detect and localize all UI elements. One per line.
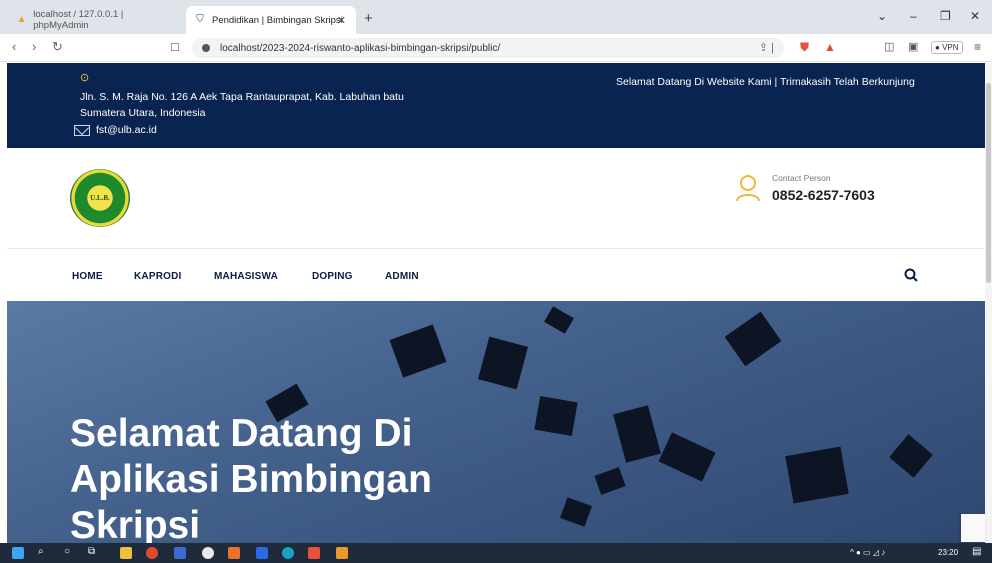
vpn-button[interactable]: ● VPN (931, 41, 963, 54)
nav-admin[interactable]: ADMIN (385, 271, 419, 282)
nav-mahasiswa[interactable]: MAHASISWA (214, 271, 278, 282)
tab-title: Pendidikan | Bimbingan Skripsi (212, 14, 343, 26)
hero-title-line-3: Skripsi (70, 504, 201, 543)
hero-title-line-1: Selamat Datang Di (70, 412, 413, 455)
paint-icon[interactable] (202, 547, 214, 559)
sidebar-icon[interactable]: ◫ (884, 40, 894, 53)
task-view-icon[interactable]: ⧉ (88, 546, 95, 557)
cortana-icon[interactable]: ○ (64, 546, 70, 557)
photoshop-icon[interactable] (256, 547, 268, 559)
graduation-cap-decoration (785, 446, 849, 504)
map-pin-icon: ⊙ (80, 72, 90, 84)
brave-taskbar-icon[interactable] (308, 547, 320, 559)
windows-taskbar: ⌕ ○ ⧉ ^ ● ▭ ◿ ♪ 23:20 ▤ (0, 543, 992, 563)
share-icon[interactable]: ⇪ | (759, 41, 774, 54)
xampp-icon[interactable] (336, 547, 348, 559)
graduation-cap-decoration (594, 467, 626, 495)
file-explorer-icon[interactable] (120, 547, 132, 559)
reload-icon[interactable]: ↻ (52, 39, 63, 55)
site-info-icon[interactable] (202, 44, 210, 52)
forward-icon[interactable]: › (32, 39, 36, 54)
graduation-cap-decoration (389, 324, 447, 378)
contact-label: Contact Person (772, 173, 831, 183)
address-line-2: Sumatera Utara, Indonesia (80, 107, 206, 119)
phpmyadmin-favicon-icon: ▲ (16, 14, 27, 25)
contact-person-icon (736, 175, 760, 202)
url-input[interactable]: localhost/2023-2024-riswanto-aplikasi-bi… (192, 38, 784, 58)
site-favicon-icon: ⛉ (196, 14, 204, 25)
minimize-icon[interactable]: – (910, 9, 917, 23)
search-icon[interactable] (904, 268, 918, 282)
browser-tab-bar: ▲ localhost / 127.0.0.1 | phpMyAdmin ⛉ P… (0, 0, 992, 34)
hero-banner: Selamat Datang Di Aplikasi Bimbingan Skr… (7, 301, 985, 543)
graduation-cap-decoration (658, 432, 716, 482)
search-taskbar-icon[interactable]: ⌕ (38, 546, 44, 557)
vpn-label: VPN (942, 43, 959, 52)
contact-phone[interactable]: 0852-6257-7603 (772, 187, 875, 203)
site-header: U.L.B. Contact Person 0852-6257-7603 (7, 148, 985, 249)
page-scrollbar[interactable] (985, 63, 992, 543)
graduation-cap-decoration (544, 306, 574, 334)
tab-phpmyadmin[interactable]: ▲ localhost / 127.0.0.1 | phpMyAdmin (8, 6, 180, 34)
graduation-cap-decoration (613, 405, 661, 463)
address-bar: ‹ › ↻ ☐ localhost/2023-2024-riswanto-apl… (0, 34, 992, 62)
email-text: fst@ulb.ac.id (96, 124, 157, 136)
new-tab-button[interactable]: + (364, 10, 373, 27)
university-logo[interactable]: U.L.B. (70, 169, 130, 227)
main-navigation: HOME KAPRODI MAHASISWA DOPING ADMIN (7, 249, 985, 301)
close-window-icon[interactable]: ✕ (970, 9, 980, 23)
recaptcha-badge[interactable] (961, 514, 985, 542)
maximize-icon[interactable]: ❐ (940, 9, 951, 23)
bookmark-icon[interactable]: ☐ (170, 41, 180, 54)
back-icon[interactable]: ‹ (12, 39, 16, 54)
system-tray-icons[interactable]: ^ ● ▭ ◿ ♪ (850, 548, 885, 557)
welcome-text: Selamat Datang Di Website Kami | Trimaka… (616, 76, 915, 88)
graduation-cap-decoration (724, 311, 782, 367)
brave-shield-icon[interactable]: ⛊ (800, 40, 809, 55)
logo-text: U.L.B. (90, 194, 110, 202)
tab-bimbingan-skripsi[interactable]: ⛉ Pendidikan | Bimbingan Skripsi ✕ (186, 6, 356, 34)
chrome-icon[interactable] (146, 547, 158, 559)
graduation-cap-decoration (889, 434, 933, 478)
scrollbar-thumb[interactable] (986, 83, 991, 283)
url-text: localhost/2023-2024-riswanto-aplikasi-bi… (220, 42, 501, 54)
taskbar-clock[interactable]: 23:20 (938, 548, 958, 557)
close-tab-icon[interactable]: ✕ (337, 14, 346, 27)
nav-home[interactable]: HOME (72, 271, 103, 282)
tab-title: localhost / 127.0.0.1 | phpMyAdmin (33, 9, 124, 31)
hero-title: Selamat Datang Di Aplikasi Bimbingan Skr… (70, 411, 590, 543)
mail-icon (74, 124, 90, 136)
word-icon[interactable] (174, 547, 186, 559)
hero-title-line-2: Aplikasi Bimbingan (70, 458, 432, 501)
edge-icon[interactable] (282, 547, 294, 559)
web-page: ⊙ Jln. S. M. Raja No. 126 A Aek Tapa Ran… (7, 63, 985, 543)
address-line-1: Jln. S. M. Raja No. 126 A Aek Tapa Ranta… (80, 91, 404, 103)
notification-icon[interactable]: ▤ (972, 546, 981, 557)
graduation-cap-decoration (477, 336, 529, 390)
menu-icon[interactable]: ≡ (974, 40, 981, 54)
nav-doping[interactable]: DOPING (312, 271, 353, 282)
email-row[interactable]: fst@ulb.ac.id (74, 124, 157, 136)
illustrator-icon[interactable] (228, 547, 240, 559)
nav-kaprodi[interactable]: KAPRODI (134, 271, 182, 282)
brave-rewards-icon[interactable]: ▲ (824, 40, 836, 54)
tab-search-chevron-icon[interactable]: ⌄ (877, 9, 887, 23)
start-icon[interactable] (12, 547, 24, 559)
top-info-bar: ⊙ Jln. S. M. Raja No. 126 A Aek Tapa Ran… (7, 63, 985, 148)
wallet-icon[interactable]: ▣ (908, 40, 918, 53)
